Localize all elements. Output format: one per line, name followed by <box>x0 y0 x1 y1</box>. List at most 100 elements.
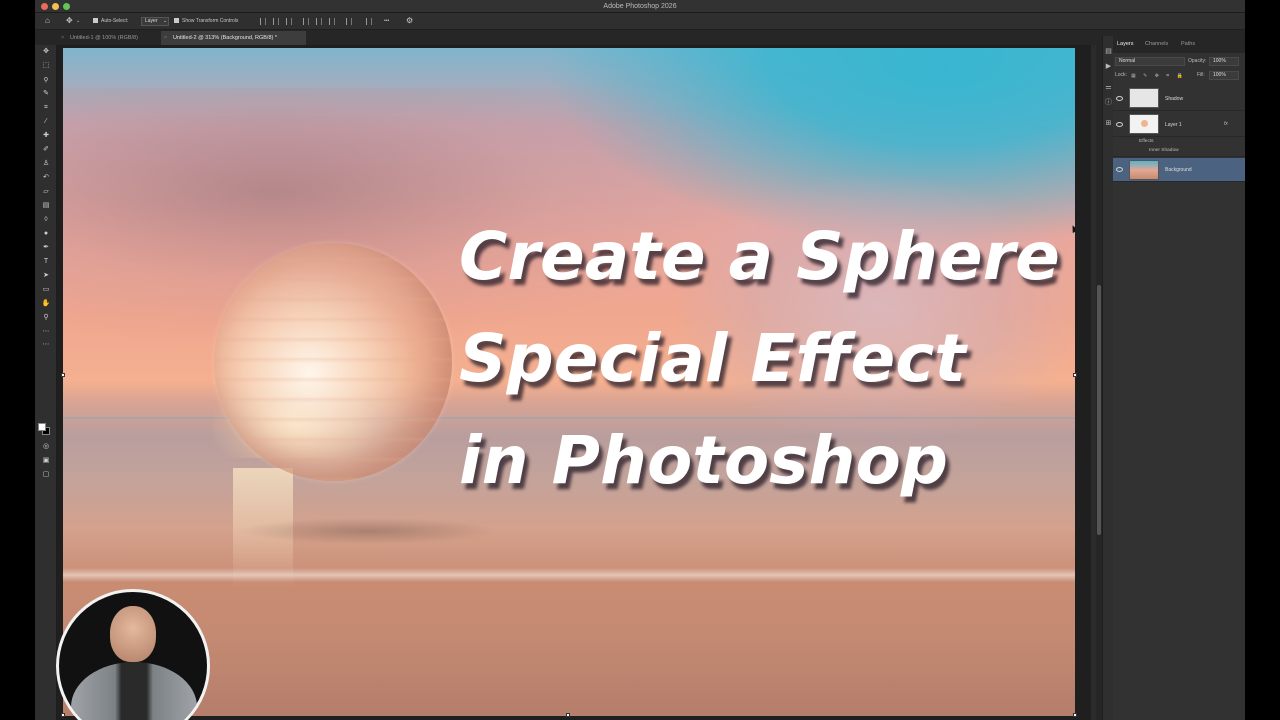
canvas-area: Create a Sphere Special Effect in Photos… <box>57 45 1091 720</box>
move-tool-icon[interactable]: ✥ <box>41 48 51 56</box>
lasso-icon[interactable]: ϙ <box>41 76 51 84</box>
sphere-shadow <box>238 518 498 544</box>
foreground-color-swatch[interactable] <box>38 423 46 431</box>
tab-untitled-1[interactable]: × Untitled-1 @ 100% (RGB/8) <box>58 31 158 45</box>
history-brush-icon[interactable]: ↶ <box>41 174 51 182</box>
fx-icon[interactable]: fx <box>1224 121 1228 127</box>
opacity-label: Opacity: <box>1188 58 1207 64</box>
layer-row-shadow[interactable]: Shadow <box>1113 86 1245 111</box>
layer-row-background[interactable]: Background <box>1113 158 1245 182</box>
crop-icon[interactable]: ⌗ <box>41 104 51 112</box>
app-title: Adobe Photoshop 2026 <box>603 3 677 10</box>
sphere-layer[interactable] <box>214 243 452 481</box>
more-options-button[interactable]: ••• <box>384 17 389 26</box>
blend-mode-dropdown[interactable]: Normal <box>1115 57 1185 66</box>
document-canvas[interactable]: Create a Sphere Special Effect in Photos… <box>63 48 1075 716</box>
adjustments-icon[interactable]: ⚌ <box>1105 84 1112 91</box>
stamp-icon[interactable]: ♙ <box>41 160 51 168</box>
lock-label: Lock: <box>1115 72 1127 78</box>
tab-label: Untitled-1 @ 100% (RGB/8) <box>70 35 138 41</box>
effects-row[interactable]: Effects Inner Shadow <box>1113 138 1245 157</box>
tab-close-icon[interactable]: × <box>164 31 167 45</box>
frame-icon[interactable]: ▢ <box>41 471 51 479</box>
align-left-icon[interactable] <box>260 18 266 25</box>
tab-layers[interactable]: Layers <box>1117 40 1134 48</box>
zoom-icon[interactable]: ⚲ <box>41 314 51 322</box>
panel-tabs: Layers Channels Paths <box>1113 36 1245 53</box>
edit-toolbar-icon[interactable]: ⋯ <box>41 341 51 349</box>
layer-name: Shadow <box>1165 96 1184 102</box>
align-middle-icon[interactable] <box>316 18 322 25</box>
pen-icon[interactable]: ✒ <box>41 244 51 252</box>
inner-shadow-effect[interactable]: Inner Shadow <box>1149 148 1179 153</box>
clouds <box>683 178 1075 438</box>
transform-handle[interactable] <box>1073 373 1077 377</box>
info-icon[interactable]: ⓘ <box>1105 99 1112 106</box>
healing-icon[interactable]: ✚ <box>41 132 51 140</box>
lock-icons[interactable]: ▦ ✎ ✥ ⌗ 🔒 <box>1131 73 1186 79</box>
tab-paths[interactable]: Paths <box>1181 40 1195 48</box>
transform-controls-label: Show Transform Controls <box>182 18 239 24</box>
screen-mode-icon[interactable]: ▣ <box>41 457 51 465</box>
align-top-icon[interactable] <box>303 18 309 25</box>
eye-icon[interactable] <box>1116 96 1123 101</box>
surf-line <box>63 568 1075 582</box>
blend-row: Normal Opacity: 100% <box>1113 55 1245 68</box>
transform-handle[interactable] <box>61 373 65 377</box>
history-icon[interactable]: ▤ <box>1105 48 1112 55</box>
path-select-icon[interactable]: ➤ <box>41 272 51 280</box>
type-icon[interactable]: T <box>41 258 51 266</box>
eye-icon[interactable] <box>1116 167 1123 172</box>
photoshop-window: Adobe Photoshop 2026 ⌂ ✥ ⌄ Auto-Select: … <box>35 0 1245 720</box>
home-icon[interactable]: ⌂ <box>45 16 50 25</box>
checkbox-icon <box>174 18 179 24</box>
dodge-icon[interactable]: ● <box>41 230 51 238</box>
align-right-icon[interactable] <box>286 18 292 25</box>
quick-mask-icon[interactable]: ◎ <box>41 443 51 451</box>
eyedropper-icon[interactable]: ⁄ <box>41 118 51 126</box>
transform-controls-checkbox[interactable]: Show Transform Controls <box>174 17 238 26</box>
quick-select-icon[interactable]: ✎ <box>41 90 51 98</box>
eye-icon[interactable] <box>1116 122 1123 127</box>
play-icon[interactable]: ▶ <box>1105 63 1112 70</box>
sphere-texture <box>214 243 452 481</box>
rectangle-icon[interactable]: ▭ <box>41 286 51 294</box>
distribute-spacing-icon[interactable] <box>366 18 372 25</box>
tab-label: Untitled-2 @ 313% (Background, RGB/8) * <box>173 35 278 41</box>
transform-handle[interactable] <box>1073 713 1077 717</box>
move-icon[interactable]: ✥ <box>66 16 73 25</box>
distribute-icon[interactable] <box>346 18 352 25</box>
gradient-icon[interactable]: ▤ <box>41 202 51 210</box>
properties-icon[interactable]: ⊞ <box>1105 120 1112 127</box>
align-bottom-icon[interactable] <box>329 18 335 25</box>
blur-icon[interactable]: ◊ <box>41 216 51 224</box>
more-tools-icon[interactable]: ⋯ <box>41 328 51 336</box>
layer-row-layer-1[interactable]: Layer 1 fx <box>1113 112 1245 137</box>
effects-label: Effects <box>1139 139 1154 144</box>
hand-icon[interactable]: ✋ <box>41 300 51 308</box>
marquee-icon[interactable]: ⬚ <box>41 62 51 70</box>
transform-handle[interactable] <box>61 713 65 717</box>
tools-panel: ✥ ⬚ ϙ ✎ ⌗ ⁄ ✚ ✐ ♙ ↶ ▱ ▤ ◊ ● ✒ T ➤ ▭ ✋ ⚲ … <box>35 45 57 720</box>
presenter-body <box>71 662 197 720</box>
headline-line: in Photoshop <box>459 422 949 499</box>
auto-select-label: Auto-Select: <box>101 18 129 24</box>
scrollbar-thumb[interactable] <box>1097 285 1101 535</box>
tab-untitled-2[interactable]: × Untitled-2 @ 313% (Background, RGB/8) … <box>161 31 306 45</box>
panel-icon-strip: ▤ ▶ ⚌ ⓘ ⊞ <box>1102 36 1113 720</box>
tab-close-icon[interactable]: × <box>61 31 64 45</box>
layer-thumbnail <box>1129 114 1159 134</box>
layer-thumbnail <box>1129 88 1159 108</box>
eraser-icon[interactable]: ▱ <box>41 188 51 196</box>
opacity-field[interactable]: 100% <box>1209 57 1239 66</box>
presenter-head <box>110 606 156 662</box>
letterbox-right <box>1245 0 1280 720</box>
fill-field[interactable]: 100% <box>1209 71 1239 80</box>
tab-channels[interactable]: Channels <box>1145 40 1168 48</box>
gear-icon[interactable]: ⚙ <box>406 16 413 25</box>
chevron-down-icon[interactable]: ⌄ <box>76 17 80 26</box>
align-center-icon[interactable] <box>273 18 279 25</box>
brush-icon[interactable]: ✐ <box>41 146 51 154</box>
auto-select-checkbox[interactable]: Auto-Select: <box>93 17 128 26</box>
transform-handle[interactable] <box>566 713 570 717</box>
